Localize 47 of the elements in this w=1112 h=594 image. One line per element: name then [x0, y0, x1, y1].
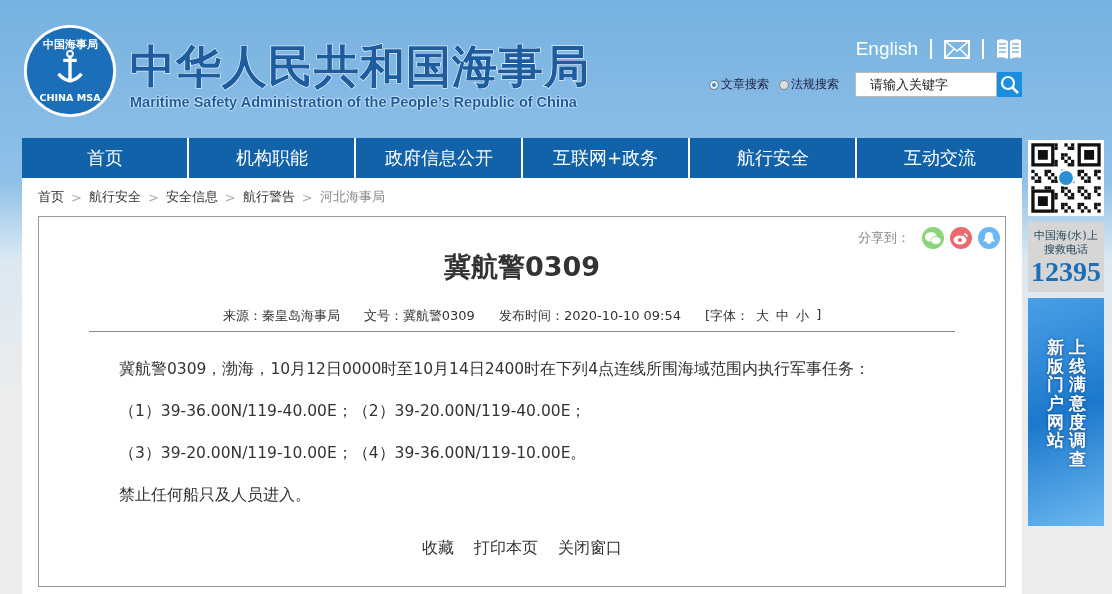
banner-text: 上线满意度调查: [1068, 338, 1086, 472]
site-subtitle: Maritime Safety Administration of the People’s Republic of China: [130, 94, 578, 110]
search-scope-radio[interactable]: 文章搜索: [709, 76, 769, 93]
emblem-logo: 中国海事局 CHINA MSA: [22, 23, 118, 119]
article-paragraph: 禁止任何船只及人员进入。: [119, 485, 312, 506]
weibo-share-icon[interactable]: [950, 227, 972, 249]
hotline-number: 12395: [1031, 256, 1101, 288]
article-paragraph: 冀航警0309，渤海，10月12日0000时至10月14日2400时在下列4点连线所围海域范围内执行军事任务：: [119, 359, 872, 380]
share-label: 分享到：: [858, 229, 910, 247]
breadcrumb-separator: >: [301, 189, 313, 205]
search-scope-radio[interactable]: 法规搜索: [779, 76, 839, 93]
article-paragraph: （1）39-36.00N/119-40.00E；（2）39-20.00N/119-40.00E；: [119, 401, 588, 422]
hotline-label: 搜救电话: [1044, 242, 1088, 256]
font-size-label: [字体：: [705, 307, 750, 325]
qr-code-icon: [1028, 140, 1104, 216]
breadcrumb-link[interactable]: 安全信息: [165, 188, 218, 206]
publish-time: 发布时间：2020-10-10 09:54: [498, 307, 682, 325]
breadcrumb-separator: >: [71, 189, 82, 205]
breadcrumb-separator: >: [147, 189, 159, 205]
article-action-link[interactable]: 关闭窗口: [558, 538, 622, 559]
breadcrumb-link[interactable]: 航行安全: [88, 188, 141, 206]
font-size-link[interactable]: 大: [756, 307, 770, 325]
survey-banner[interactable]: 新版门户网站 上线满意度调查: [1028, 298, 1104, 526]
article-number: 文号：冀航警0309: [363, 307, 475, 325]
article-source: 来源：秦皇岛海事局: [222, 307, 340, 325]
article-title: 冀航警0309: [442, 250, 602, 284]
site-title: 中华人民共和国海事局: [130, 40, 590, 94]
hotline-card[interactable]: 中国海(水)上 搜救电话 12395: [1028, 222, 1104, 292]
article-action-link[interactable]: 收藏: [422, 538, 454, 559]
hotline-label: 中国海(水)上: [1034, 228, 1098, 242]
breadcrumb-link[interactable]: 河北海事局: [319, 188, 385, 206]
nav-tab[interactable]: 互动交流: [857, 138, 1022, 178]
search-field[interactable]: 请输入关键字: [855, 72, 997, 97]
font-size-link[interactable]: 小: [796, 307, 810, 325]
article-action-link[interactable]: 打印本页: [474, 538, 538, 559]
breadcrumb-separator: >: [224, 189, 236, 205]
qq-share-icon[interactable]: [978, 227, 1000, 249]
wechat-share-icon[interactable]: [922, 227, 944, 249]
breadcrumb-link[interactable]: 首页: [38, 188, 64, 206]
book-icon[interactable]: [996, 38, 1022, 60]
font-size-link[interactable]: 中: [776, 307, 790, 325]
breadcrumb-link[interactable]: 航行警告: [242, 188, 295, 206]
banner-text: 新版门户网站: [1046, 338, 1064, 453]
search-button[interactable]: [997, 72, 1022, 97]
article-paragraph: （3）39-20.00N/119-10.00E；（4）39-36.00N/119-10.00E。: [119, 443, 588, 464]
mail-icon[interactable]: [944, 39, 970, 59]
font-size-bracket: ]: [816, 307, 822, 324]
